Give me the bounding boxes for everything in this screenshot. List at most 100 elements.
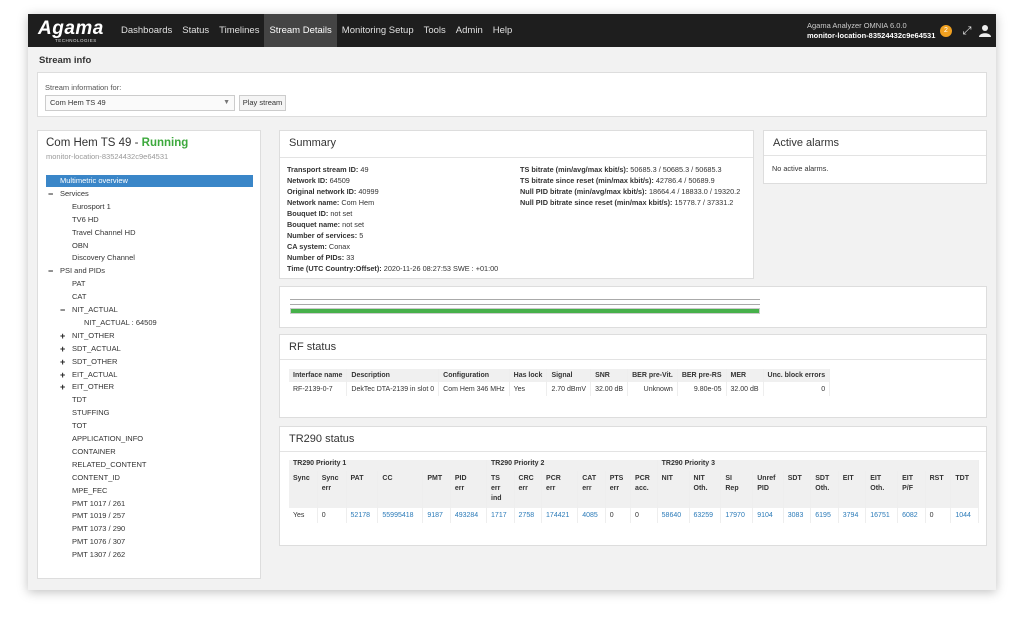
tr290-cell[interactable]: 4085 xyxy=(577,508,606,523)
page-title: Stream info xyxy=(39,55,92,66)
expand-icon[interactable]: + xyxy=(60,369,65,381)
collapse-icon[interactable]: − xyxy=(60,304,65,316)
tree-item[interactable]: CONTAINER xyxy=(72,446,116,458)
bitrate-bar-fill xyxy=(291,309,759,313)
tree-item-label: APPLICATION_INFO xyxy=(72,434,144,443)
tr290-cell[interactable]: 16751 xyxy=(865,508,899,523)
tr290-cell[interactable]: 63259 xyxy=(689,508,722,523)
tree-item[interactable]: Eurosport 1 xyxy=(72,201,111,213)
tree-item[interactable]: Discovery Channel xyxy=(72,252,135,264)
tree-item[interactable]: PAT xyxy=(72,278,85,290)
summary-field-label: Null PID bitrate (min/avg/max kbit/s): xyxy=(520,187,647,196)
tree-item[interactable]: − Services xyxy=(48,188,89,200)
divider xyxy=(764,155,986,156)
summary-title: Summary xyxy=(289,137,337,149)
summary-field: TS bitrate (min/avg/max kbit/s): 50685.3… xyxy=(520,164,722,175)
tree-item[interactable]: RELATED_CONTENT xyxy=(72,459,146,471)
alert-count-badge[interactable]: 2 xyxy=(940,25,952,37)
tree-item[interactable]: PMT 1076 / 307 xyxy=(72,536,125,548)
tr290-cell[interactable]: 9187 xyxy=(422,508,451,523)
stream-select[interactable]: Com Hem TS 49 ▼ xyxy=(45,95,235,111)
user-icon[interactable] xyxy=(979,24,991,38)
tr290-column-header: Sync xyxy=(289,471,318,508)
summary-field: Null PID bitrate (min/avg/max kbit/s): 1… xyxy=(520,186,740,197)
tree-item[interactable]: PMT 1307 / 262 xyxy=(72,549,125,561)
tree-item[interactable]: TV6 HD xyxy=(72,214,99,226)
nav-item-timelines[interactable]: Timelines xyxy=(214,14,264,47)
table-row[interactable]: RF-2139-0-7 DekTec DTA-2139 in slot 0 Com … xyxy=(289,382,831,396)
tree-item[interactable]: Travel Channel HD xyxy=(72,227,136,239)
tr290-cell[interactable]: 58640 xyxy=(657,508,690,523)
tree-item[interactable]: Multimetric overview xyxy=(46,175,253,187)
tree-item[interactable]: + EIT_ACTUAL xyxy=(60,369,117,381)
tr290-cell[interactable]: 52178 xyxy=(346,508,379,523)
tree-item[interactable]: TOT xyxy=(72,420,87,432)
collapse-icon[interactable]: − xyxy=(48,188,53,200)
tree-item[interactable]: − NIT_ACTUAL xyxy=(60,304,118,316)
nav-item-monitoring-setup[interactable]: Monitoring Setup xyxy=(337,14,419,47)
tree-item[interactable]: OBN xyxy=(72,240,88,252)
nav-item-stream-details[interactable]: Stream Details xyxy=(264,14,337,47)
tree-item[interactable]: + SDT_ACTUAL xyxy=(60,343,121,355)
tree-item[interactable]: MPE_FEC xyxy=(72,485,107,497)
summary-field-value: not set xyxy=(330,209,353,218)
nav-item-tools[interactable]: Tools xyxy=(419,14,451,47)
tr290-cell[interactable]: 493284 xyxy=(450,508,488,523)
tr290-cell[interactable]: 174421 xyxy=(541,508,579,523)
tree-item-label: Eurosport 1 xyxy=(72,201,111,211)
tree-item[interactable]: − PSI and PIDs xyxy=(48,265,105,277)
nav-item-status[interactable]: Status xyxy=(177,14,214,47)
tr290-cell[interactable]: 6195 xyxy=(810,508,839,523)
nav-item-help[interactable]: Help xyxy=(488,14,518,47)
tree-item[interactable]: APPLICATION_INFO xyxy=(72,433,143,445)
summary-field-label: Bouquet name: xyxy=(287,220,341,229)
expand-icon[interactable]: + xyxy=(60,343,65,355)
tree-item-label: Travel Channel HD xyxy=(72,227,136,237)
tree-item-label: RELATED_CONTENT xyxy=(72,459,147,469)
tree-item[interactable]: STUFFING xyxy=(72,407,110,419)
fullscreen-icon[interactable]: ⤢ xyxy=(960,24,974,38)
tr290-cell[interactable]: 17970 xyxy=(720,508,754,523)
tr290-column-header: NIT Oth. xyxy=(689,471,722,508)
tr290-table: TR290 Priority 1 TR290 Priority 2 TR290 … xyxy=(289,460,980,523)
tr290-cell[interactable]: 55995418 xyxy=(377,508,424,523)
tree-item[interactable]: + SDT_OTHER xyxy=(60,356,117,368)
page-header: Stream info xyxy=(28,47,996,70)
tree-item[interactable]: PMT 1017 / 261 xyxy=(72,498,125,510)
expand-icon[interactable]: + xyxy=(60,381,65,393)
bar-line-top xyxy=(290,299,760,300)
summary-field-label: Bouquet ID: xyxy=(287,209,329,218)
summary-field: Bouquet ID: not set xyxy=(287,208,352,219)
tr290-cell[interactable]: 6082 xyxy=(897,508,926,523)
tr290-cell[interactable]: 1717 xyxy=(486,508,515,523)
tree-item[interactable]: PMT 1019 / 257 xyxy=(72,510,125,522)
tree-item[interactable]: CAT xyxy=(72,291,86,303)
tree-item-label: SDT_ACTUAL xyxy=(72,343,121,353)
agama-logo[interactable]: Agama TECHNOLOGIES xyxy=(38,18,110,44)
expand-icon[interactable]: + xyxy=(60,330,65,342)
collapse-icon[interactable]: − xyxy=(48,265,53,277)
tree-item-label: PAT xyxy=(72,279,86,289)
tree-item[interactable]: + NIT_OTHER xyxy=(60,330,115,342)
tree-item[interactable]: NIT_ACTUAL : 64509 xyxy=(84,317,157,329)
tr290-cell[interactable]: 3083 xyxy=(783,508,812,523)
alarms-text: No active alarms. xyxy=(772,164,829,173)
tree-item[interactable]: PMT 1073 / 290 xyxy=(72,523,125,535)
nav-item-dashboards[interactable]: Dashboards xyxy=(116,14,177,47)
tree-item[interactable]: + EIT_OTHER xyxy=(60,381,114,393)
stream-selector-panel: Stream information for: Com Hem TS 49 ▼ … xyxy=(37,72,987,117)
nav-item-admin[interactable]: Admin xyxy=(451,14,488,47)
tr290-cell[interactable]: 9104 xyxy=(752,508,784,523)
expand-icon[interactable]: + xyxy=(60,356,65,368)
tr290-cell[interactable]: 2758 xyxy=(514,508,543,523)
tr290-cell[interactable]: 3794 xyxy=(838,508,867,523)
play-stream-button[interactable]: Play stream xyxy=(239,95,286,111)
tr290-cell[interactable]: 1044 xyxy=(950,508,979,523)
tree-item[interactable]: TDT xyxy=(72,394,87,406)
tr290-cell: Yes xyxy=(289,508,318,523)
summary-panel: Summary Transport stream ID: 49 Network I… xyxy=(279,130,754,279)
summary-field-label: TS bitrate since reset (min/max kbit/s): xyxy=(520,176,654,185)
tree-item[interactable]: CONTENT_ID xyxy=(72,472,120,484)
tree-item-label: PMT 1076 / 307 xyxy=(72,537,126,547)
tr290-cell: 0 xyxy=(605,508,632,523)
